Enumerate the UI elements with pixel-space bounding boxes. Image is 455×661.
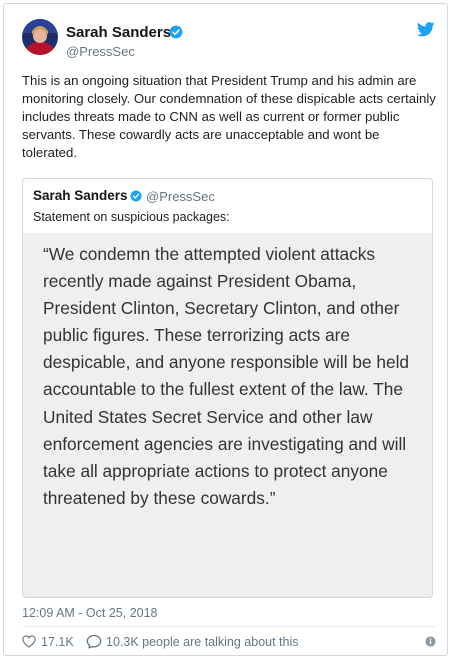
- heart-icon[interactable]: [22, 635, 36, 648]
- author-name[interactable]: Sarah Sanders: [66, 24, 171, 41]
- twitter-bird-icon[interactable]: [417, 22, 435, 37]
- info-icon[interactable]: [425, 636, 436, 647]
- like-count[interactable]: 17.1K: [41, 635, 74, 649]
- tweet-timestamp[interactable]: 12:09 AM - Oct 25, 2018: [22, 606, 158, 620]
- quoted-tweet[interactable]: Sarah Sanders @PressSec Statement on sus…: [22, 178, 433, 598]
- verified-badge-icon: [130, 190, 142, 202]
- avatar[interactable]: [22, 19, 58, 55]
- tweet-card: Sarah Sanders @PressSec This is an ongoi…: [3, 3, 448, 656]
- avatar-image: [22, 19, 58, 55]
- statement-text: “We condemn the attempted violent attack…: [43, 244, 410, 508]
- conversation-count[interactable]: 10.3K people are talking about this: [106, 635, 299, 649]
- tweet-text: This is an ongoing situation that Presid…: [22, 73, 436, 160]
- quoted-author-handle: @PressSec: [146, 189, 215, 204]
- quoted-statement-image[interactable]: “We condemn the attempted violent attack…: [23, 233, 432, 597]
- quoted-author-name: Sarah Sanders: [33, 188, 128, 203]
- verified-badge-icon: [169, 25, 183, 39]
- divider: [22, 626, 436, 627]
- reply-bubble-icon[interactable]: [86, 634, 102, 649]
- quoted-tweet-text: Statement on suspicious packages:: [33, 210, 230, 224]
- author-handle[interactable]: @PressSec: [66, 44, 135, 59]
